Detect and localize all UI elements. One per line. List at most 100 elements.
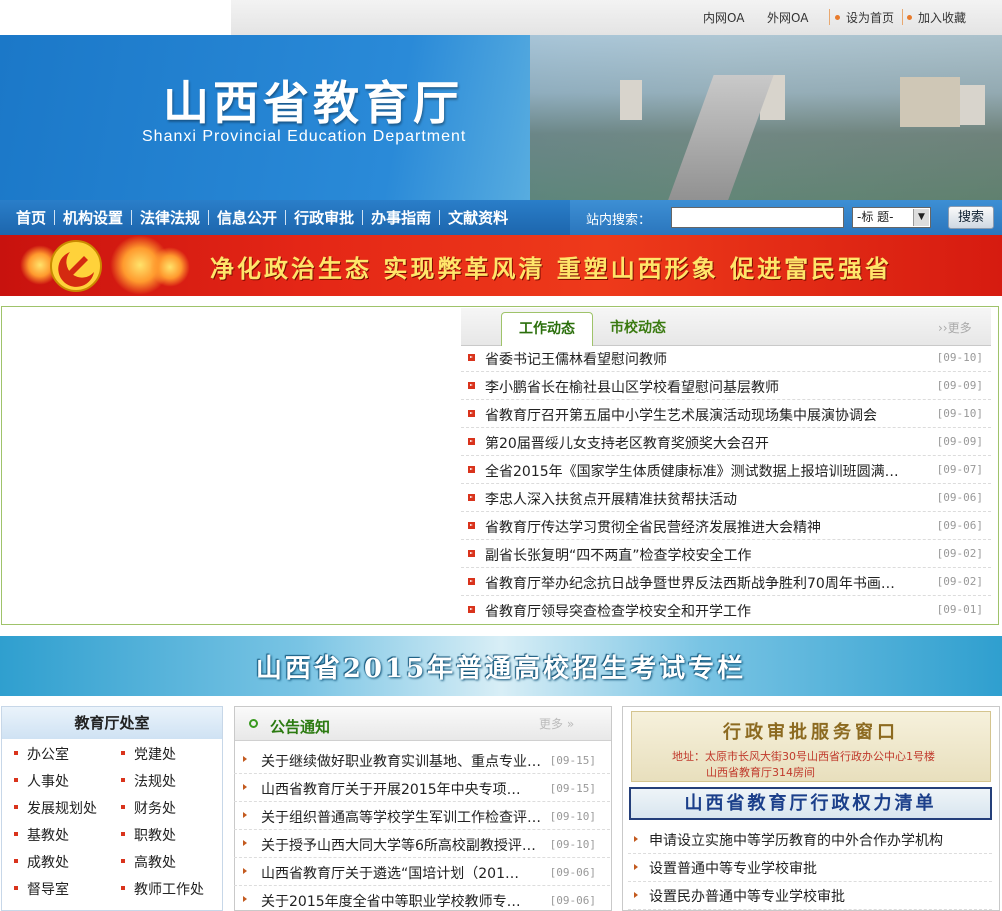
news-title[interactable]: 省教育厅领导突查检查学校安全和开学工作 xyxy=(485,601,751,621)
tab-work-news[interactable]: 工作动态 xyxy=(501,312,593,346)
news-title[interactable]: 第20届晋绥儿女支持老区教育奖颁奖大会召开 xyxy=(485,433,769,453)
dept-link[interactable]: 高教处 xyxy=(121,852,176,872)
news-item[interactable]: 副省长张复明“四不两直”检查学校安全工作 [09-02] xyxy=(461,540,991,568)
chevron-down-icon[interactable]: ▼ xyxy=(913,209,929,226)
dept-link[interactable]: 财务处 xyxy=(121,798,176,818)
notice-more-link[interactable]: 更多 » xyxy=(539,715,574,732)
news-date: [09-02] xyxy=(936,547,983,560)
bullet-icon xyxy=(468,382,475,389)
news-title[interactable]: 省委书记王儒林看望慰问教师 xyxy=(485,349,667,369)
news-date: [09-10] xyxy=(936,407,983,420)
circle-arrow-icon xyxy=(249,719,258,728)
news-item[interactable]: 省教育厅召开第五届中小学生艺术展演活动现场集中展演协调会 [09-10] xyxy=(461,400,991,428)
nav-guide[interactable]: 办事指南 xyxy=(363,207,439,228)
approval-item[interactable]: 设置民办普通中等专业学校审批 xyxy=(628,882,992,910)
bullet-icon xyxy=(468,606,475,613)
news-more-link[interactable]: ››更多 xyxy=(938,319,972,336)
dept-link[interactable]: 教师工作处 xyxy=(121,879,204,899)
notice-item-title[interactable]: 山西省教育厅关于遴选“国培计划（201… xyxy=(261,863,519,883)
news-item[interactable]: 全省2015年《国家学生体质健康标准》测试数据上报培训班圆满… [09-07] xyxy=(461,456,991,484)
notice-item[interactable]: 山西省教育厅关于遴选“国培计划（201… [09-06] xyxy=(234,858,610,886)
news-title[interactable]: 李小鹏省长在榆社县山区学校看望慰问基层教师 xyxy=(485,377,779,397)
bullet-icon xyxy=(468,410,475,417)
news-title[interactable]: 省教育厅召开第五届中小学生艺术展演活动现场集中展演协调会 xyxy=(485,405,877,425)
arrow-icon xyxy=(243,840,247,846)
nav-documents[interactable]: 文献资料 xyxy=(440,207,516,228)
notice-item-date: [09-10] xyxy=(549,810,596,823)
firework-decoration xyxy=(150,247,190,287)
set-homepage-link[interactable]: 设为首页 xyxy=(835,9,894,26)
news-date: [09-07] xyxy=(936,463,983,476)
news-title[interactable]: 省教育厅举办纪念抗日战争暨世界反法西斯战争胜利70周年书画摄… xyxy=(485,573,905,593)
news-item[interactable]: 省教育厅举办纪念抗日战争暨世界反法西斯战争胜利70周年书画摄… [09-02] xyxy=(461,568,991,596)
dept-link[interactable]: 成教处 xyxy=(14,852,69,872)
arrow-icon xyxy=(243,812,247,818)
departments-title: 教育厅处室 xyxy=(2,707,222,739)
notice-item[interactable]: 关于继续做好职业教育实训基地、重点专业… [09-15] xyxy=(234,746,610,774)
divider xyxy=(902,9,903,25)
notice-item-title[interactable]: 关于授予山西大同大学等6所高校副教授评… xyxy=(261,835,536,855)
approval-item[interactable]: 申请设立实施中等学历教育的中外合作办学机构 xyxy=(628,826,992,854)
bullet-icon xyxy=(468,494,475,501)
nav-approval[interactable]: 行政审批 xyxy=(286,207,362,228)
add-favorite-link[interactable]: 加入收藏 xyxy=(907,9,966,26)
news-title[interactable]: 省教育厅传达学习贯彻全省民营经济发展推进大会精神 xyxy=(485,517,821,537)
search-button[interactable]: 搜索 xyxy=(948,206,994,229)
news-item[interactable]: 李小鹏省长在榆社县山区学校看望慰问基层教师 [09-09] xyxy=(461,372,991,400)
news-item[interactable]: 省教育厅传达学习贯彻全省民营经济发展推进大会精神 [09-06] xyxy=(461,512,991,540)
news-title[interactable]: 副省长张复明“四不两直”检查学校安全工作 xyxy=(485,545,752,565)
notice-item-date: [09-15] xyxy=(549,782,596,795)
slogan-banner: 净化政治生态 实现弊革风清 重塑山西形象 促进富民强省 xyxy=(0,235,1002,296)
arrow-icon xyxy=(243,868,247,874)
search-input[interactable] xyxy=(671,207,844,228)
approval-item[interactable]: 设置普通中等专业学校审批 xyxy=(628,854,992,882)
party-emblem-icon xyxy=(50,240,102,292)
notice-item-title[interactable]: 关于组织普通高等学校学生军训工作检查评… xyxy=(261,807,541,827)
double-chevron-icon: ›› xyxy=(938,321,948,335)
notice-item-title[interactable]: 山西省教育厅关于开展2015年中央专项… xyxy=(261,779,521,799)
site-subtitle: Shanxi Provincial Education Department xyxy=(142,128,467,145)
news-title[interactable]: 全省2015年《国家学生体质健康标准》测试数据上报培训班圆满… xyxy=(485,461,899,481)
notice-item[interactable]: 关于授予山西大同大学等6所高校副教授评… [09-10] xyxy=(234,830,610,858)
search-type-select[interactable]: -标 题- ▼ xyxy=(852,207,931,228)
news-item[interactable]: 省教育厅领导突查检查学校安全和开学工作 [09-01] xyxy=(461,596,991,624)
notice-item[interactable]: 关于2015年度全省中等职业学校教师专… [09-06] xyxy=(234,886,610,911)
dept-link[interactable]: 党建处 xyxy=(121,744,176,764)
extranet-oa-link[interactable]: 外网OA xyxy=(767,9,808,26)
dept-link[interactable]: 督导室 xyxy=(14,879,69,899)
dept-link[interactable]: 发展规划处 xyxy=(14,798,97,818)
exam-column-banner[interactable]: 山西省2015年普通高校招生考试专栏 xyxy=(0,636,1002,696)
power-list-banner[interactable]: 山西省教育厅行政权力清单 xyxy=(629,787,992,820)
nav-info-disclosure[interactable]: 信息公开 xyxy=(209,207,285,228)
notice-header: 公告通知 更多 » xyxy=(235,707,611,741)
dept-link[interactable]: 办公室 xyxy=(14,744,69,764)
notice-item[interactable]: 关于组织普通高等学校学生军训工作检查评… [09-10] xyxy=(234,802,610,830)
notice-item[interactable]: 山西省教育厅关于开展2015年中央专项… [09-15] xyxy=(234,774,610,802)
bullet-icon xyxy=(468,438,475,445)
news-date: [09-06] xyxy=(936,491,983,504)
approval-item-title[interactable]: 设置普通中等专业学校审批 xyxy=(649,858,817,878)
news-item[interactable]: 省委书记王儒林看望慰问教师 [09-10] xyxy=(461,344,991,372)
dept-link[interactable]: 基教处 xyxy=(14,825,69,845)
bullet-icon xyxy=(468,354,475,361)
news-item[interactable]: 李忠人深入扶贫点开展精准扶贫帮扶活动 [09-06] xyxy=(461,484,991,512)
dept-link[interactable]: 职教处 xyxy=(121,825,176,845)
dept-link[interactable]: 人事处 xyxy=(14,771,69,791)
notice-item-title[interactable]: 关于继续做好职业教育实训基地、重点专业… xyxy=(261,751,541,771)
nav-laws[interactable]: 法律法规 xyxy=(132,207,208,228)
news-date: [09-01] xyxy=(936,603,983,616)
approval-item-title[interactable]: 申请设立实施中等学历教育的中外合作办学机构 xyxy=(649,830,943,850)
slogan-text: 净化政治生态 实现弊革风清 重塑山西形象 促进富民强省 xyxy=(210,254,893,283)
intranet-oa-link[interactable]: 内网OA xyxy=(703,9,744,26)
nav-organization[interactable]: 机构设置 xyxy=(55,207,131,228)
approval-item-title[interactable]: 设置民办普通中等专业学校审批 xyxy=(649,886,845,906)
bullet-icon xyxy=(468,522,475,529)
service-window-banner[interactable]: 行政审批服务窗口 地址：太原市长风大街30号山西省行政办公中心1号楼 山西省教育… xyxy=(631,711,991,782)
top-bar: 内网OA 外网OA 设为首页 加入收藏 xyxy=(0,0,1002,35)
dept-link[interactable]: 法规处 xyxy=(121,771,176,791)
news-item[interactable]: 第20届晋绥儿女支持老区教育奖颁奖大会召开 [09-09] xyxy=(461,428,991,456)
nav-home[interactable]: 首页 xyxy=(8,207,54,228)
news-title[interactable]: 李忠人深入扶贫点开展精准扶贫帮扶活动 xyxy=(485,489,737,509)
tab-city-school-news[interactable]: 市校动态 xyxy=(596,312,680,346)
notice-item-title[interactable]: 关于2015年度全省中等职业学校教师专… xyxy=(261,891,521,911)
